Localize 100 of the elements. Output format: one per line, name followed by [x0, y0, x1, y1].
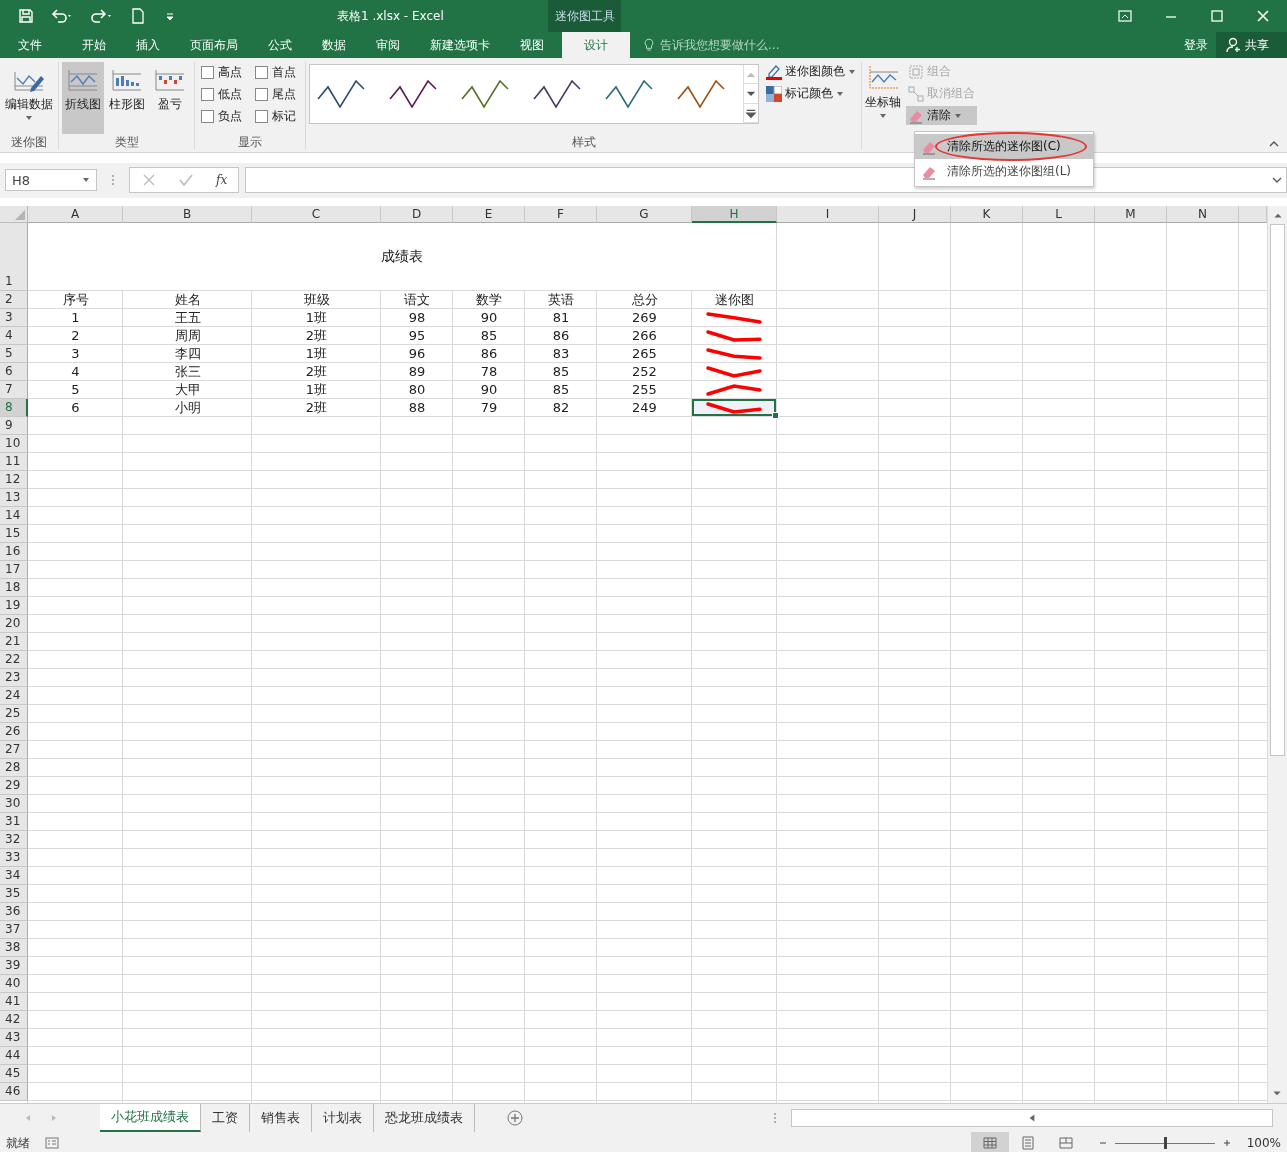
add-sheet-icon[interactable] — [507, 1110, 523, 1126]
row-header[interactable]: 11 — [0, 453, 28, 471]
checkbox[interactable]: 尾点 — [255, 86, 307, 103]
column-header[interactable]: F — [525, 206, 597, 223]
macro-record-icon[interactable] — [44, 1135, 60, 1151]
zoom-level[interactable]: 100% — [1245, 1136, 1281, 1150]
column-header[interactable]: D — [381, 206, 453, 223]
ribbon-tab[interactable]: 开始 — [70, 32, 118, 58]
undo-icon[interactable] — [50, 8, 74, 24]
checkbox[interactable]: 负点 — [201, 108, 253, 125]
row-header[interactable]: 31 — [0, 813, 28, 831]
column-header[interactable]: B — [123, 206, 252, 223]
tell-me-field[interactable]: 告诉我您想要做什么... — [658, 37, 832, 53]
row-header[interactable]: 38 — [0, 939, 28, 957]
row-header[interactable]: 39 — [0, 957, 28, 975]
row-header[interactable]: 30 — [0, 795, 28, 813]
row-header[interactable]: 13 — [0, 489, 28, 507]
row-header[interactable]: 32 — [0, 831, 28, 849]
ribbon-tab[interactable]: 设计 — [562, 32, 630, 58]
row-header[interactable]: 27 — [0, 741, 28, 759]
row-header[interactable]: 42 — [0, 1011, 28, 1029]
row-header[interactable]: 23 — [0, 669, 28, 687]
row-header[interactable]: 33 — [0, 849, 28, 867]
row-header[interactable]: 3 — [0, 309, 28, 327]
row-header[interactable]: 19 — [0, 597, 28, 615]
ribbon-display-icon[interactable] — [1117, 8, 1133, 24]
row-header[interactable]: 40 — [0, 975, 28, 993]
name-box[interactable]: H8 — [5, 169, 97, 191]
redo-icon[interactable] — [90, 8, 114, 24]
row-header[interactable]: 14 — [0, 507, 28, 525]
expand-icon[interactable] — [1272, 176, 1282, 184]
row-header[interactable]: 29 — [0, 777, 28, 795]
sign-in-link[interactable]: 登录 — [1184, 36, 1208, 54]
ribbon-tab[interactable]: 公式 — [256, 32, 304, 58]
checkbox-square[interactable] — [255, 88, 268, 101]
row-header[interactable]: 36 — [0, 903, 28, 921]
row-header[interactable]: 1 — [0, 223, 28, 291]
row-header[interactable]: 6 — [0, 363, 28, 381]
column-header[interactable]: H — [692, 206, 777, 223]
row-header[interactable]: 8 — [0, 399, 28, 417]
row-header[interactable]: 22 — [0, 651, 28, 669]
checkbox-square[interactable] — [255, 66, 268, 79]
column-header[interactable]: E — [453, 206, 525, 223]
ribbon-tab[interactable]: 新建选项卡 — [418, 32, 502, 58]
ribbon-tab[interactable]: 数据 — [310, 32, 358, 58]
ribbon-tab[interactable]: 视图 — [508, 32, 556, 58]
save-icon[interactable] — [18, 8, 34, 24]
check-icon[interactable] — [178, 172, 195, 188]
row-header[interactable]: 4 — [0, 327, 28, 345]
column-header[interactable]: C — [252, 206, 381, 223]
column-header[interactable]: L — [1023, 206, 1095, 223]
row-header[interactable]: 41 — [0, 993, 28, 1011]
row-header[interactable]: 21 — [0, 633, 28, 651]
row-header[interactable]: 46 — [0, 1083, 28, 1101]
row-header[interactable]: 43 — [0, 1029, 28, 1047]
menu-item[interactable]: 清除所选的迷你图(C) — [915, 134, 1093, 159]
row-header[interactable]: 17 — [0, 561, 28, 579]
column-header[interactable]: K — [951, 206, 1023, 223]
row-header[interactable]: 24 — [0, 687, 28, 705]
row-header[interactable]: 15 — [0, 525, 28, 543]
checkbox-square[interactable] — [201, 66, 214, 79]
edit-data-button[interactable]: 编辑数据 — [3, 62, 55, 134]
sparkline-type-button[interactable]: 折线图 — [62, 62, 104, 134]
close-icon[interactable] — [1255, 8, 1271, 24]
clear-button[interactable]: 清除 — [906, 106, 977, 125]
row-header[interactable]: 10 — [0, 435, 28, 453]
zoom-in-icon[interactable] — [1223, 1139, 1231, 1147]
sheet-tab[interactable]: 小花班成绩表 — [100, 1104, 201, 1132]
column-header[interactable]: N — [1167, 206, 1239, 223]
row-header[interactable]: 28 — [0, 759, 28, 777]
checkbox-square[interactable] — [255, 110, 268, 123]
ribbon-tab[interactable]: 页面布局 — [178, 32, 250, 58]
row-header[interactable]: 44 — [0, 1047, 28, 1065]
row-header[interactable]: 45 — [0, 1065, 28, 1083]
axis-button[interactable]: 坐标轴 — [865, 62, 901, 134]
row-header[interactable]: 26 — [0, 723, 28, 741]
row-header[interactable]: 9 — [0, 417, 28, 435]
checkbox-square[interactable] — [201, 110, 214, 123]
row-header[interactable]: 37 — [0, 921, 28, 939]
row-header[interactable]: 20 — [0, 615, 28, 633]
scrollbar-thumb[interactable] — [1270, 224, 1285, 756]
row-header[interactable]: 5 — [0, 345, 28, 363]
sparkline-color-button[interactable]: 迷你图颜色 — [764, 62, 858, 81]
row-header[interactable]: 12 — [0, 471, 28, 489]
row-header[interactable]: 25 — [0, 705, 28, 723]
fill-handle[interactable] — [772, 412, 779, 419]
checkbox[interactable]: 低点 — [201, 86, 253, 103]
new-document-icon[interactable] — [130, 8, 146, 24]
row-header[interactable]: 18 — [0, 579, 28, 597]
collapse-ribbon-icon[interactable] — [1269, 140, 1279, 148]
horizontal-scrollbar[interactable] — [791, 1109, 1273, 1127]
ribbon-tab[interactable]: 审阅 — [364, 32, 412, 58]
ribbon-tab[interactable]: 插入 — [124, 32, 172, 58]
view-button[interactable] — [971, 1132, 1009, 1152]
row-header[interactable]: 7 — [0, 381, 28, 399]
menu-item[interactable]: 清除所选的迷你图组(L) — [915, 159, 1093, 184]
checkbox-square[interactable] — [201, 88, 214, 101]
share-button[interactable]: 共享 — [1216, 32, 1287, 58]
ribbon-tab[interactable]: 文件 — [6, 32, 54, 58]
column-header[interactable]: J — [879, 206, 951, 223]
